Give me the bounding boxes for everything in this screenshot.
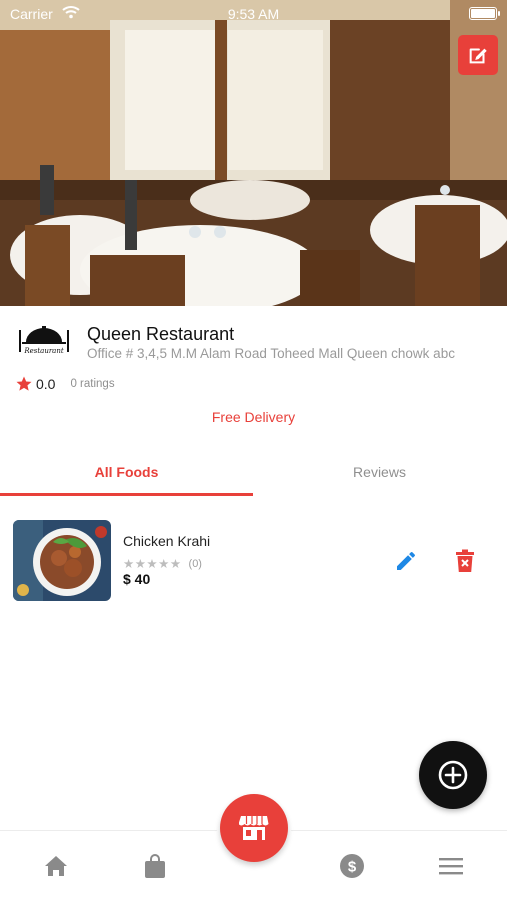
home-icon xyxy=(45,856,67,876)
tab-bar: All Foods Reviews xyxy=(0,447,507,497)
edit-square-icon xyxy=(469,48,487,64)
menu-icon xyxy=(439,858,463,875)
food-rating: ★★★★★ (0) xyxy=(123,556,202,571)
clock-label: 9:53 AM xyxy=(227,6,280,22)
nav-orders[interactable] xyxy=(125,831,185,900)
status-bar: Carrier 9:53 AM xyxy=(0,0,507,26)
food-name: Chicken Krahi xyxy=(123,533,211,549)
food-image xyxy=(13,520,111,601)
shopping-bag-icon xyxy=(145,854,165,878)
food-price: $ 40 xyxy=(123,571,151,587)
store-icon xyxy=(239,816,269,840)
cover-image: Carrier 9:53 AM xyxy=(0,0,507,306)
restaurant-name: Queen Restaurant xyxy=(87,324,235,344)
logo-text: Restaurant xyxy=(23,347,64,355)
food-stars-icon: ★★★★★ xyxy=(123,557,182,571)
delete-food-button[interactable] xyxy=(452,548,478,574)
restaurant-logo: Restaurant xyxy=(19,326,69,355)
star-icon xyxy=(16,376,32,391)
battery-icon xyxy=(469,7,500,20)
plus-circle-icon xyxy=(438,760,468,790)
food-review-count: (0) xyxy=(188,557,202,570)
rating-row: 0.0 0 ratings xyxy=(15,375,115,393)
dollar-icon: $ xyxy=(340,854,364,878)
list-item[interactable]: Chicken Krahi ★★★★★ (0) $ 40 xyxy=(0,512,507,608)
nav-home[interactable] xyxy=(26,831,86,900)
tab-reviews[interactable]: Reviews xyxy=(253,447,506,497)
delivery-label: Free Delivery xyxy=(211,409,296,425)
edit-cover-button[interactable] xyxy=(458,35,498,75)
nav-store-button[interactable] xyxy=(220,794,288,862)
rating-value: 0.0 xyxy=(36,376,56,392)
nav-earnings[interactable]: $ xyxy=(322,831,382,900)
tab-active-indicator xyxy=(0,493,253,496)
pencil-icon xyxy=(397,551,415,570)
nav-menu[interactable] xyxy=(421,831,481,900)
restaurant-interior-photo xyxy=(0,0,507,306)
ratings-count: 0 ratings xyxy=(70,378,115,390)
trash-icon xyxy=(456,549,474,572)
tab-all-foods[interactable]: All Foods xyxy=(0,447,253,497)
add-food-button[interactable] xyxy=(419,741,487,809)
edit-food-button[interactable] xyxy=(393,548,419,574)
restaurant-address: Office # 3,4,5 M.M Alam Road Toheed Mall… xyxy=(87,346,455,361)
svg-text:$: $ xyxy=(348,859,357,876)
